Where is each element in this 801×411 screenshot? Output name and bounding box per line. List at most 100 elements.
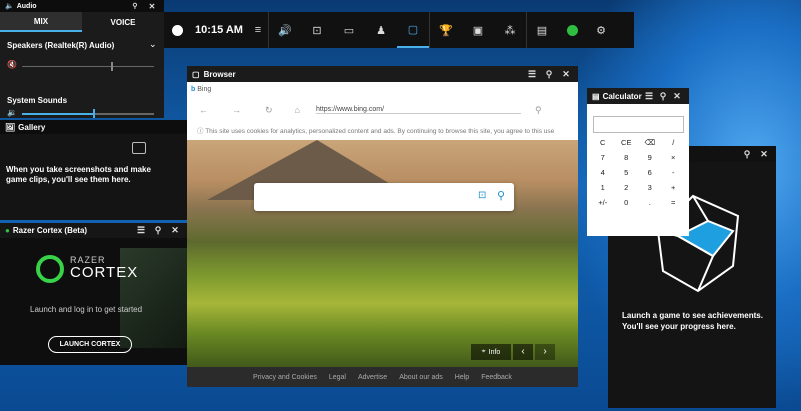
footer-link[interactable]: Help <box>455 374 469 381</box>
pin-icon[interactable]: ⚲ <box>128 2 142 10</box>
calculator-titlebar: ▤ Calculator ☰ ⚲ ✕ <box>587 88 689 104</box>
calc-key[interactable]: C <box>591 138 615 147</box>
pin-icon[interactable]: ⚲ <box>656 91 670 102</box>
close-icon[interactable]: ✕ <box>168 225 182 236</box>
razer-logo-icon <box>36 255 64 283</box>
calc-key[interactable]: CE <box>615 138 639 147</box>
capture-icon[interactable]: ⊡ <box>301 12 333 48</box>
resources-icon[interactable]: ⁂ <box>494 12 526 48</box>
calc-key[interactable]: 7 <box>591 153 615 162</box>
bing-footer: Privacy and Cookies Legal Advertise Abou… <box>187 367 578 387</box>
calc-key[interactable]: 9 <box>638 153 662 162</box>
gallery-panel: 🖼 Gallery When you take screenshots and … <box>0 120 187 220</box>
search-icon[interactable]: ⚲ <box>497 189 505 202</box>
device-name: Speakers (Realtek(R) Audio) <box>7 41 115 50</box>
razer-logo-bottom: CORTEX <box>70 264 139 281</box>
calc-key[interactable]: × <box>662 153 686 162</box>
squad-icon[interactable]: ♟ <box>365 12 397 48</box>
speaker-icon[interactable]: 🔉 <box>7 108 17 117</box>
xbox-icon[interactable] <box>164 12 190 48</box>
audio-widget-icon[interactable]: 🔊 <box>269 12 301 48</box>
pin-icon[interactable]: ⚲ <box>542 69 556 80</box>
back-icon[interactable]: ← <box>199 105 208 115</box>
calc-key[interactable]: 2 <box>615 183 639 192</box>
location-icon: ⌖ <box>481 348 486 355</box>
browser-titlebar: ▢ Browser ☰ ⚲ ✕ <box>187 66 578 82</box>
calc-key[interactable]: +/- <box>591 198 615 207</box>
gallery-open-icon[interactable] <box>132 142 146 154</box>
calc-key[interactable]: 0 <box>615 198 639 207</box>
close-icon[interactable]: ✕ <box>145 2 159 11</box>
refresh-icon[interactable]: ↻ <box>265 105 273 116</box>
achievements-line1: Launch a game to see achievements. <box>622 311 763 320</box>
browser-icon: ▢ <box>192 69 200 79</box>
screen-icon[interactable]: ▣ <box>462 12 494 48</box>
address-bar[interactable]: https://www.bing.com/ <box>315 106 521 114</box>
performance-icon[interactable]: ▭ <box>333 12 365 48</box>
calculator-icon[interactable]: ▤ <box>527 12 557 48</box>
info-icon: ⓘ <box>197 128 204 135</box>
calculator-display[interactable] <box>593 116 684 133</box>
next-image-button[interactable]: › <box>535 344 555 360</box>
calculator-icon: ▤ <box>592 91 600 101</box>
tab-mix[interactable]: MIX <box>0 12 82 32</box>
footer-link[interactable]: Feedback <box>481 374 512 381</box>
razer-title: Razer Cortex (Beta) <box>12 226 88 235</box>
clock: 10:15 AM <box>195 24 243 36</box>
footer-link[interactable]: About our ads <box>399 374 443 381</box>
pin-icon[interactable]: ⚲ <box>740 149 754 160</box>
info-button[interactable]: ⌖ Info <box>471 344 511 360</box>
close-icon[interactable]: ✕ <box>559 69 573 80</box>
calc-key[interactable]: 3 <box>638 183 662 192</box>
tab-label: Bing <box>197 86 212 93</box>
settings-icon[interactable]: ☰ <box>525 69 539 80</box>
system-volume-slider[interactable] <box>22 109 154 118</box>
forward-icon[interactable]: → <box>232 105 241 115</box>
speaker-volume-slider[interactable] <box>22 62 154 71</box>
settings-icon[interactable]: ☰ <box>642 91 656 102</box>
footer-link[interactable]: Privacy and Cookies <box>253 374 317 381</box>
calc-key[interactable]: . <box>638 198 662 207</box>
calc-key[interactable]: ⌫ <box>638 138 662 147</box>
gallery-title: Gallery <box>18 122 46 132</box>
audio-title: Audio <box>16 2 37 10</box>
close-icon[interactable]: ✕ <box>670 91 684 102</box>
tab-voice[interactable]: VOICE <box>82 12 164 32</box>
search-icon[interactable]: ⚲ <box>535 105 542 116</box>
gallery-titlebar: 🖼 Gallery <box>0 120 187 134</box>
footer-link[interactable]: Advertise <box>358 374 387 381</box>
spotify-icon[interactable] <box>557 12 587 48</box>
achievements-icon[interactable]: 🏆 <box>430 12 462 48</box>
bing-search-input[interactable]: ⊡ ⚲ <box>254 183 514 211</box>
footer-link[interactable]: Legal <box>329 374 346 381</box>
cookie-notice: This site uses cookies for analytics, pe… <box>205 128 555 135</box>
calc-key[interactable]: = <box>662 198 686 207</box>
visual-search-icon[interactable]: ⊡ <box>478 190 486 201</box>
close-icon[interactable]: ✕ <box>757 149 771 160</box>
calc-key[interactable]: 6 <box>638 168 662 177</box>
calc-key[interactable]: 5 <box>615 168 639 177</box>
settings-icon[interactable]: ☰ <box>134 225 148 236</box>
launch-cortex-button[interactable]: LAUNCH CORTEX <box>48 336 132 353</box>
calc-key[interactable]: 4 <box>591 168 615 177</box>
bing-icon: b <box>191 86 196 93</box>
chevron-down-icon[interactable]: ⌄ <box>149 39 157 50</box>
calc-key[interactable]: 1 <box>591 183 615 192</box>
calc-key[interactable]: 8 <box>615 153 639 162</box>
system-sounds-label: System Sounds <box>7 96 68 105</box>
calc-key[interactable]: + <box>662 183 686 192</box>
calc-key[interactable]: / <box>662 138 686 147</box>
settings-icon[interactable]: ⚙ <box>587 12 615 48</box>
browser-tab[interactable]: b Bing <box>191 86 211 93</box>
tab-voice-label: VOICE <box>110 17 136 27</box>
home-icon[interactable]: ⌂ <box>295 105 300 115</box>
calc-key[interactable]: - <box>662 168 686 177</box>
browser-widget-icon[interactable]: ▢ <box>397 12 429 48</box>
prev-image-button[interactable]: ‹ <box>513 344 533 360</box>
achievements-line2: You'll see your progress here. <box>622 322 736 331</box>
menu-icon[interactable]: ≡ <box>248 12 268 48</box>
razer-icon: ● <box>5 226 10 235</box>
pin-icon[interactable]: ⚲ <box>151 225 165 236</box>
info-label: Info <box>488 348 501 356</box>
mute-icon[interactable]: 🔇 <box>7 60 17 69</box>
